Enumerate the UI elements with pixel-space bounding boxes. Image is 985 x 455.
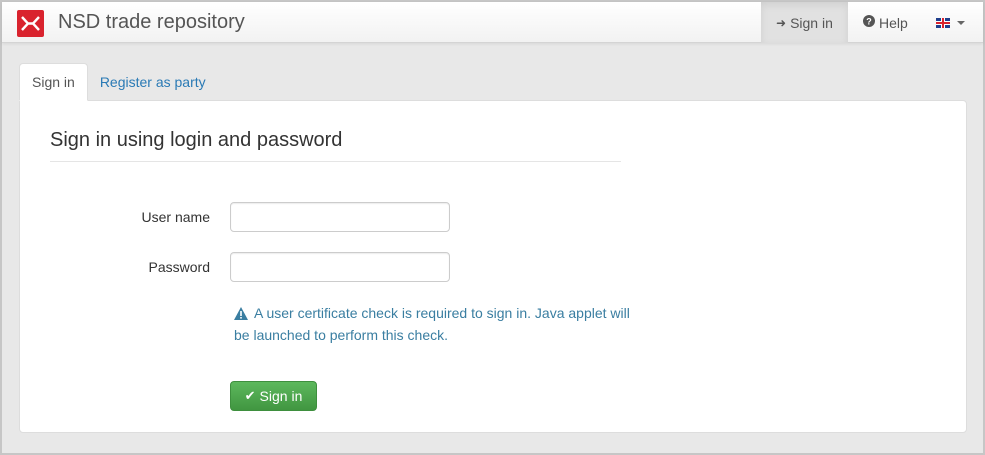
title-divider [50,161,621,162]
language-dropdown[interactable] [920,2,983,43]
nsd-logo-icon[interactable] [17,10,44,37]
nav-sign-in-button[interactable]: ➜ Sign in [761,2,848,43]
certificate-hint: A user certificate check is required to … [234,303,634,345]
form-title: Sign in using login and password [50,129,343,151]
navbar-right: ➜ Sign in ? Help [761,2,983,43]
sign-in-panel: Sign in using login and password User na… [19,100,967,433]
nav-help-label: Help [879,14,908,31]
tab-register-as-party[interactable]: Register as party [88,63,218,101]
svg-text:?: ? [866,17,872,27]
check-icon: ✔ [244,388,256,403]
password-label: Password [148,259,210,275]
username-label: User name [141,209,210,225]
username-input[interactable] [230,202,450,232]
sign-in-submit-label: Sign in [259,388,303,404]
tab-sign-in[interactable]: Sign in [19,63,88,101]
sign-in-submit-button[interactable]: ✔ Sign in [230,381,317,411]
brand-title[interactable]: NSD trade repository [58,11,245,34]
sign-in-icon: ➜ [776,15,787,30]
password-input[interactable] [230,252,450,282]
navbar: NSD trade repository ➜ Sign in ? Help [2,2,983,43]
nav-help-button[interactable]: ? Help [848,2,920,43]
hint-text: A user certificate check is required to … [234,305,630,343]
uk-flag-icon [936,17,950,28]
warning-triangle-icon [234,305,248,325]
question-circle-icon: ? [863,15,875,30]
nav-sign-in-label: Sign in [790,14,833,31]
tab-bar: Sign in Register as party [19,63,218,101]
caret-down-icon [957,20,965,25]
